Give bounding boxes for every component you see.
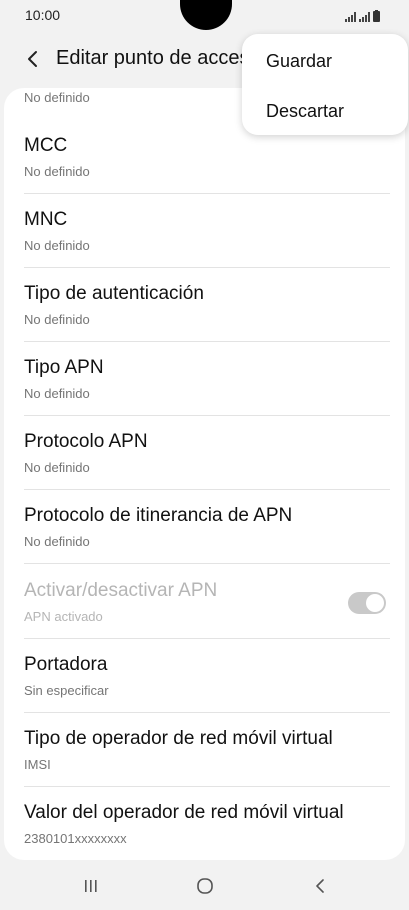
navigation-bar <box>0 862 409 910</box>
signal-icon-2 <box>359 12 370 22</box>
item-title: Tipo APN <box>24 357 104 378</box>
camera-notch <box>180 0 232 30</box>
list-item-auth-type[interactable]: Tipo de autenticación No definido <box>24 268 390 342</box>
item-subtitle: No definido <box>24 312 90 327</box>
page-title: Editar punto de acceso <box>56 47 261 69</box>
item-subtitle: No definido <box>24 164 90 179</box>
item-subtitle: 2380101xxxxxxxx <box>24 831 127 846</box>
overflow-menu: Guardar Descartar <box>242 34 408 135</box>
signal-battery-icons <box>345 9 385 23</box>
list-item-mvno-type[interactable]: Tipo de operador de red móvil virtual IM… <box>24 713 390 787</box>
save-menu-item[interactable]: Guardar <box>242 37 408 85</box>
item-title: Protocolo de itinerancia de APN <box>24 505 293 526</box>
home-icon[interactable] <box>185 872 225 900</box>
item-title: MNC <box>24 209 68 230</box>
item-subtitle: Sin especificar <box>24 683 109 698</box>
item-title: Protocolo APN <box>24 431 148 452</box>
item-title: Portadora <box>24 654 108 675</box>
list-item-apn-enable: Activar/desactivar APN APN activado <box>24 565 390 639</box>
partial-item-subtitle: No definido <box>24 90 90 105</box>
list-item-apn-protocol[interactable]: Protocolo APN No definido <box>24 416 390 490</box>
settings-list: No definido MCC No definido MNC No defin… <box>4 88 405 860</box>
status-time: 10:00 <box>25 7 61 23</box>
item-subtitle: No definido <box>24 460 90 475</box>
discard-menu-item[interactable]: Descartar <box>242 87 408 135</box>
signal-icon <box>345 12 356 22</box>
list-item-mnc[interactable]: MNC No definido <box>24 194 390 268</box>
back-arrow-icon[interactable] <box>20 46 46 72</box>
item-subtitle: No definido <box>24 534 90 549</box>
item-title: Tipo de operador de red móvil virtual <box>24 728 333 749</box>
battery-icon <box>373 10 380 22</box>
item-subtitle: APN activado <box>24 609 103 624</box>
list-item-bearer[interactable]: Portadora Sin especificar <box>24 639 390 713</box>
item-subtitle: No definido <box>24 238 90 253</box>
status-bar: 10:00 <box>0 0 409 32</box>
item-title: Activar/desactivar APN <box>24 580 218 601</box>
recents-icon[interactable] <box>71 872 111 900</box>
item-title: MCC <box>24 135 68 156</box>
item-subtitle: No definido <box>24 386 90 401</box>
item-title: Tipo de autenticación <box>24 283 204 304</box>
list-item-apn-type[interactable]: Tipo APN No definido <box>24 342 390 416</box>
apn-enable-toggle <box>348 592 386 614</box>
item-subtitle: IMSI <box>24 757 51 772</box>
toggle-knob <box>365 593 385 613</box>
list-item-mvno-value[interactable]: Valor del operador de red móvil virtual … <box>24 787 390 860</box>
item-title: Valor del operador de red móvil virtual <box>24 802 344 823</box>
list-item-apn-roaming-protocol[interactable]: Protocolo de itinerancia de APN No defin… <box>24 490 390 564</box>
nav-back-icon[interactable] <box>300 872 340 900</box>
